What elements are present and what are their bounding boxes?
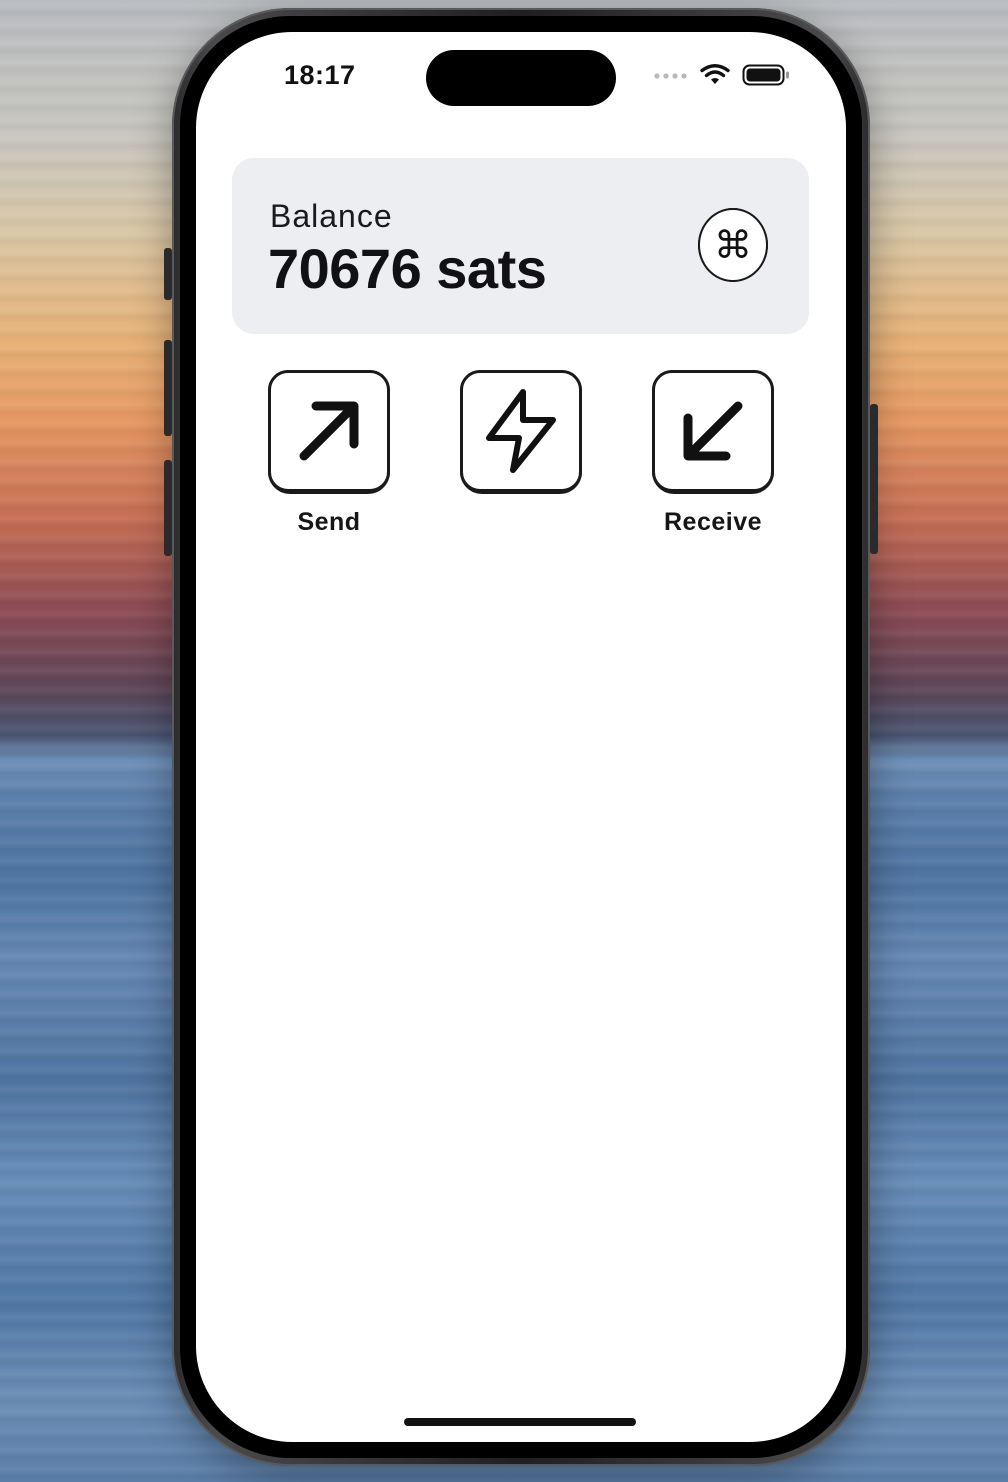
- power-button: [870, 404, 878, 554]
- lightning-label: [458, 508, 584, 538]
- send-action: Send: [266, 370, 392, 538]
- receive-label: Receive: [663, 508, 763, 536]
- lightning-icon: [486, 389, 556, 473]
- lightning-button[interactable]: [460, 370, 582, 494]
- arrow-up-right-icon: [299, 401, 359, 461]
- lightning-button-face: [460, 370, 582, 492]
- receive-button-face: [652, 370, 774, 492]
- lightning-action: [458, 370, 584, 538]
- battery-icon: [742, 64, 789, 86]
- command-menu-button[interactable]: ⌘: [698, 208, 768, 282]
- home-indicator[interactable]: [404, 1418, 636, 1426]
- volume-down-button: [164, 460, 172, 556]
- arrow-down-left-icon: [683, 401, 743, 461]
- balance-card: Balance 70676 sats ⌘: [232, 158, 809, 334]
- command-icon: ⌘: [698, 208, 768, 282]
- status-icons: [654, 64, 790, 86]
- signal-icon: [654, 73, 687, 79]
- app-screen: 18:17 Balance 70676 sats ⌘ Send Receive: [196, 32, 846, 1442]
- volume-up-button: [164, 340, 172, 436]
- status-time: 18:17: [284, 60, 356, 90]
- send-label: Send: [297, 508, 361, 536]
- receive-action: Receive: [650, 370, 776, 538]
- balance-label: Balance: [270, 198, 393, 234]
- send-button[interactable]: [268, 370, 390, 494]
- phone-frame: 18:17 Balance 70676 sats ⌘ Send Receive: [164, 8, 878, 1466]
- dynamic-island: [426, 50, 616, 106]
- wifi-icon: [700, 64, 730, 84]
- action-button: [164, 248, 172, 300]
- send-button-face: [268, 370, 390, 492]
- balance-amount: 70676 sats: [268, 237, 547, 300]
- receive-button[interactable]: [652, 370, 774, 494]
